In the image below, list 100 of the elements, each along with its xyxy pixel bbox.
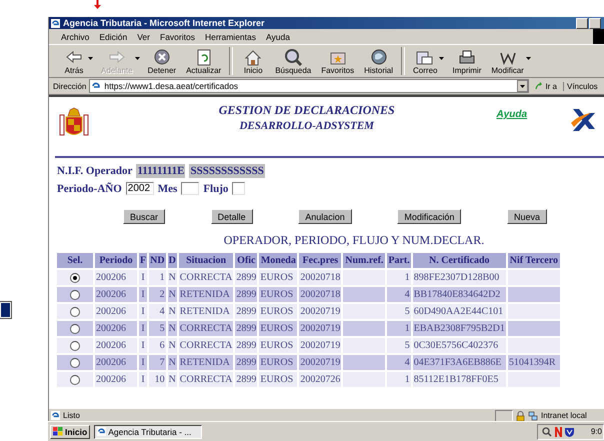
action-button[interactable]: Modificación [397, 209, 462, 224]
radio-button[interactable] [70, 272, 80, 283]
table-cell: RETENIDA [178, 304, 234, 319]
table-cell: 2899 [235, 372, 258, 387]
month-field[interactable] [181, 182, 200, 195]
menu-item[interactable]: Ayuda [266, 32, 290, 42]
field-label: Mes [158, 182, 178, 194]
table-cell: 200206 [95, 355, 137, 370]
pointer-arrow-icon [94, 0, 101, 9]
page-subtitle: DESARROLLO-ADSYSTEM [238, 120, 376, 132]
taskbar-button[interactable]: Agencia Tributaria - ... [94, 424, 202, 438]
dropdown-arrow-icon[interactable] [439, 56, 444, 60]
table-cell: CORRECTA [178, 270, 234, 285]
address-label: Dirección [53, 82, 86, 90]
address-field[interactable]: https://www1.desa.aeat/certificados [89, 79, 530, 93]
table-cell: BB17840E834642D2 [412, 287, 506, 302]
menu-item[interactable]: Herramientas [204, 32, 256, 42]
table-cell: N [168, 270, 177, 285]
minimize-button[interactable] [576, 18, 588, 28]
radio-button[interactable] [70, 340, 80, 351]
table-cell: EUROS [259, 321, 298, 336]
table-cell: 200206 [95, 304, 137, 319]
table-cell: 20020726 [299, 372, 342, 387]
table-cell: I [139, 355, 148, 370]
table-cell: N [168, 355, 177, 370]
column-header: Num.ref. [343, 253, 386, 268]
table-cell: 20020719 [299, 355, 342, 370]
year-field[interactable]: 2002 [126, 182, 154, 195]
table-cell: 04E371F3A6EB886E [412, 355, 506, 370]
stop-icon [152, 48, 172, 66]
printer-icon [456, 48, 477, 66]
table-cell: CORRECTA [178, 321, 234, 336]
menu-item[interactable]: Ver [137, 32, 150, 42]
start-button[interactable]: Inicio [50, 424, 90, 438]
radio-button[interactable] [70, 358, 80, 368]
search-toolbar-button[interactable]: Búsqueda [270, 45, 316, 77]
action-button[interactable]: Buscar [123, 209, 166, 224]
table-cell: I [139, 372, 148, 387]
table-cell: EBAB2308F795B2D1 [412, 321, 506, 336]
table-cell: I [139, 304, 148, 319]
table-cell: N [168, 304, 177, 319]
table-cell: 85112E1B178FF0E5 [412, 372, 506, 387]
table-cell: N [168, 321, 177, 336]
flow-field[interactable] [232, 182, 246, 195]
links-button[interactable]: Vínculos [563, 82, 604, 90]
back-toolbar-button[interactable]: Atrás [57, 45, 91, 77]
table-cell: 2899 [235, 355, 258, 370]
tray-n-icon [554, 426, 563, 436]
stop-toolbar-button[interactable]: Detener [142, 45, 182, 77]
edit-toolbar-button[interactable]: Modificar [486, 45, 529, 77]
table-cell: 200206 [95, 321, 137, 336]
go-button[interactable]: Ir a [532, 82, 560, 90]
radio-button[interactable] [70, 306, 80, 317]
restore-button[interactable] [589, 18, 601, 28]
print-toolbar-button[interactable]: Imprimir [447, 45, 486, 77]
field-label: Periodo-AÑO [57, 182, 122, 194]
table-cell: 4 [387, 287, 411, 302]
dropdown-button[interactable] [517, 80, 528, 92]
table-cell: 200206 [95, 338, 137, 353]
table-cell: 20020718 [299, 270, 342, 285]
mail-toolbar-button[interactable]: Correo [408, 45, 442, 77]
go-arrow-icon [535, 82, 544, 90]
table-cell: 1 [387, 372, 411, 387]
field-label: Flujo [203, 182, 228, 194]
table-cell: 2899 [235, 321, 258, 336]
favorites-toolbar-button[interactable]: Favoritos [316, 45, 360, 77]
table-cell: 2 [149, 287, 166, 302]
menu-item[interactable]: Edición [99, 32, 128, 42]
radio-button[interactable] [70, 374, 80, 385]
action-button[interactable]: Detalle [210, 209, 253, 224]
table-cell: 2899 [235, 338, 258, 353]
history-toolbar-button[interactable]: Historial [359, 45, 398, 77]
zone-text: Intranet local [541, 411, 588, 420]
home-icon [243, 48, 264, 66]
forward-arrow-icon [106, 48, 127, 66]
table-cell: 5 [387, 304, 411, 319]
table-cell: 20020719 [299, 338, 342, 353]
table-cell: EUROS [259, 372, 298, 387]
action-button[interactable]: Nueva [506, 209, 547, 224]
help-link[interactable]: Ayuda [496, 109, 527, 120]
refresh-toolbar-button[interactable]: Actualizar [181, 45, 226, 77]
radio-button[interactable] [70, 290, 80, 300]
dropdown-arrow-icon[interactable] [88, 56, 93, 60]
radio-button[interactable] [70, 324, 80, 334]
home-toolbar-button[interactable]: Inicio [236, 45, 270, 77]
menu-item[interactable]: Archivo [61, 32, 90, 42]
dropdown-arrow-icon[interactable] [526, 56, 531, 60]
table-cell: 200206 [95, 372, 137, 387]
column-header: F [139, 253, 148, 268]
table-cell: 7 [149, 355, 166, 370]
menu-item[interactable]: Favoritos [160, 32, 195, 42]
table-cell: 898FE2307D128B00 [412, 270, 506, 285]
table-cell: 51041394R [508, 355, 560, 370]
window-edge [0, 302, 11, 318]
search-icon [283, 48, 304, 66]
action-button[interactable]: Anulacion [298, 209, 352, 224]
table-cell: EUROS [259, 287, 298, 302]
table-cell: CORRECTA [178, 372, 234, 387]
column-header: Periodo [95, 253, 137, 268]
network-icon [528, 410, 538, 420]
